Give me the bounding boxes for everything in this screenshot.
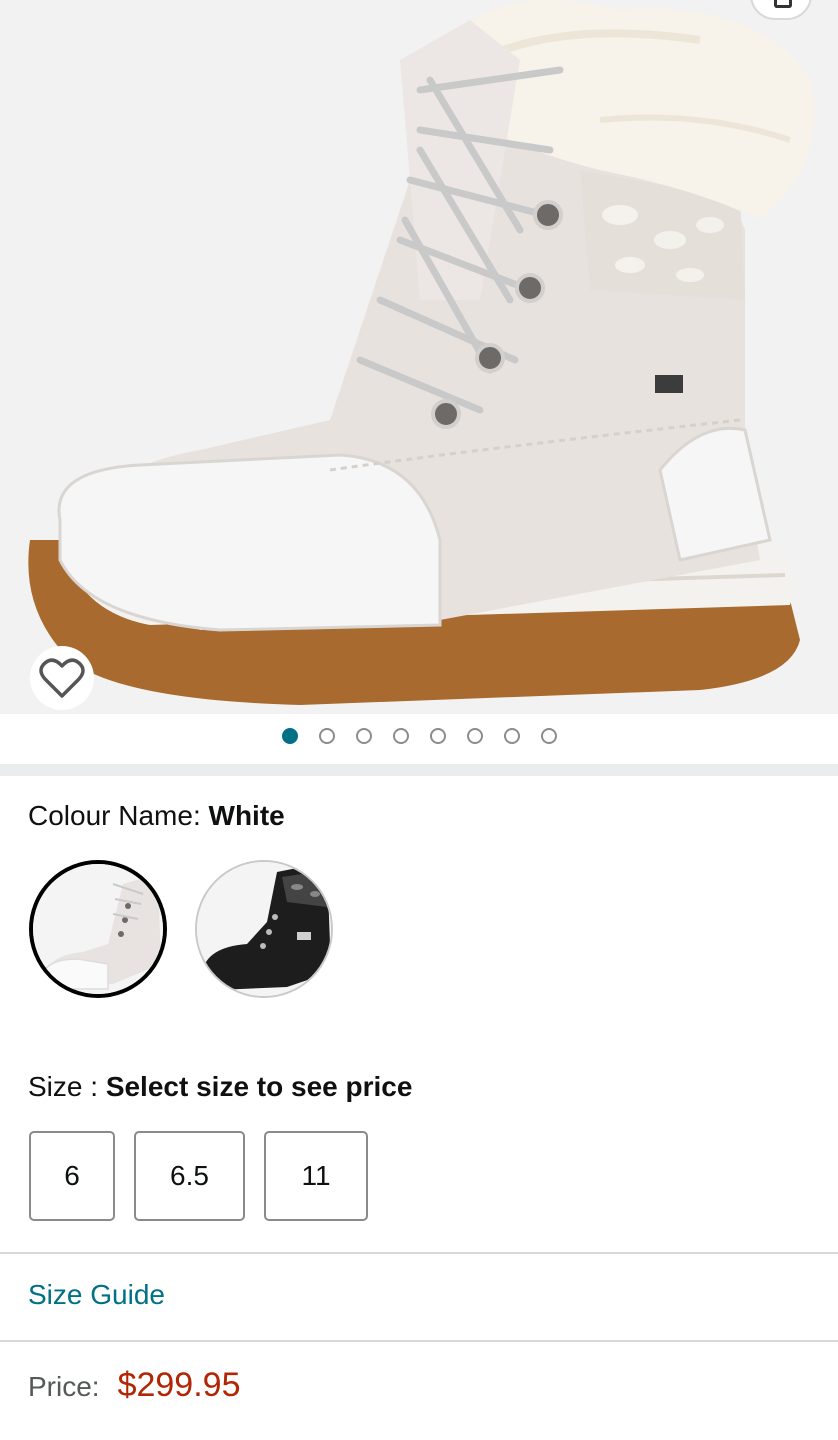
carousel-dot[interactable] xyxy=(355,728,372,744)
black-boot-thumbnail xyxy=(197,862,331,996)
wishlist-button[interactable] xyxy=(30,646,94,710)
section-divider xyxy=(0,764,838,776)
colour-label: Colour Name: xyxy=(28,800,201,831)
product-image[interactable] xyxy=(0,0,838,714)
price-row: Price: $299.95 xyxy=(28,1366,240,1405)
size-label: Size : xyxy=(28,1071,99,1102)
colour-name-row: Colour Name: White xyxy=(28,800,285,832)
size-option-11[interactable]: 11 xyxy=(264,1131,368,1221)
share-icon xyxy=(774,0,792,8)
divider xyxy=(0,1252,838,1254)
white-boot-thumbnail xyxy=(33,864,163,994)
size-option-6[interactable]: 6 xyxy=(29,1131,115,1221)
carousel-dot[interactable] xyxy=(392,728,409,744)
carousel-dot[interactable] xyxy=(429,728,446,744)
image-carousel-indicator xyxy=(0,728,838,744)
size-guide-link[interactable]: Size Guide xyxy=(28,1279,165,1311)
carousel-dot[interactable] xyxy=(503,728,520,744)
size-row: Size : Select size to see price xyxy=(28,1071,412,1103)
carousel-dot[interactable] xyxy=(318,728,335,744)
heart-icon xyxy=(39,658,85,698)
size-prompt: Select size to see price xyxy=(105,1071,413,1102)
colour-swatch-white[interactable] xyxy=(29,860,167,998)
colour-swatch-black[interactable] xyxy=(195,860,333,998)
price-value: $299.95 xyxy=(117,1366,241,1404)
carousel-dot[interactable] xyxy=(281,728,298,744)
carousel-dot[interactable] xyxy=(540,728,557,744)
colour-value: White xyxy=(208,800,285,831)
carousel-dot[interactable] xyxy=(466,728,483,744)
price-label: Price: xyxy=(28,1371,100,1402)
size-option-6-5[interactable]: 6.5 xyxy=(134,1131,245,1221)
divider xyxy=(0,1340,838,1342)
boot-photo xyxy=(28,0,815,705)
